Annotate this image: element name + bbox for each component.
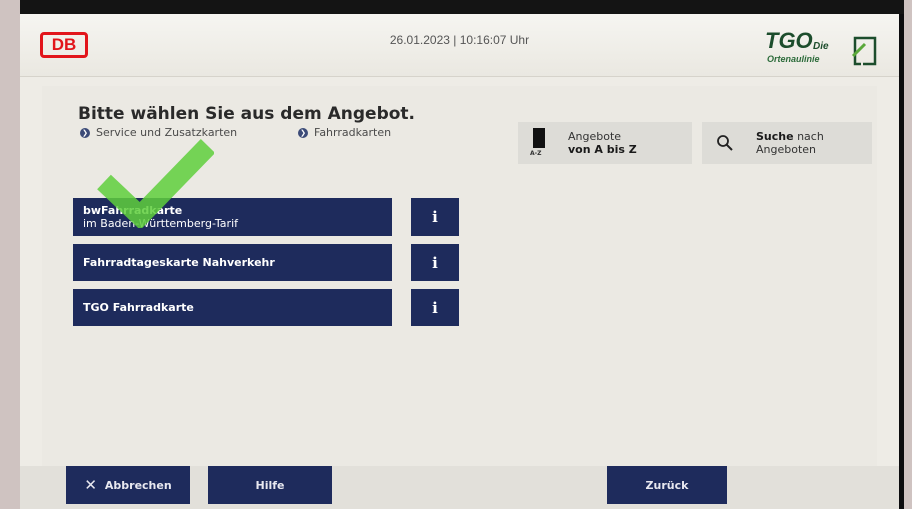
offer-tgo-fahrradkarte-button[interactable]: TGO Fahrradkarte	[73, 289, 392, 326]
offer-title: Fahrradtageskarte Nahverkehr	[83, 256, 275, 269]
close-icon: ✕	[84, 476, 97, 494]
tgo-bracket-icon	[851, 36, 877, 66]
kiosk-frame-right	[904, 0, 912, 509]
search-offers-line2: Angeboten	[756, 143, 817, 156]
breadcrumb-label: Fahrradkarten	[314, 126, 392, 139]
offer-fahrradtageskarte-info-button[interactable]: i	[411, 244, 459, 281]
back-button[interactable]: Zurück	[607, 466, 727, 504]
search-offers-button[interactable]: Suche nach Angeboten	[702, 122, 872, 164]
offer-tgo-fahrradkarte-info-button[interactable]: i	[411, 289, 459, 326]
offers-a-z-line2: von A bis Z	[568, 143, 637, 156]
kiosk-bezel-top	[0, 0, 912, 14]
a-z-index-icon: A-Z	[530, 128, 548, 158]
offers-a-z-button[interactable]: A-Z Angebote von A bis Z	[518, 122, 692, 164]
search-icon	[717, 135, 733, 151]
kiosk-frame-left	[0, 0, 20, 509]
chevron-right-icon: ❯	[80, 127, 90, 138]
main-content: Bitte wählen Sie aus dem Angebot. ❯ Serv…	[42, 86, 877, 466]
checkmark-overlay-icon	[97, 139, 214, 228]
tgo-logo-subtitle: Ortenaulinie	[767, 54, 820, 64]
offer-bwfahrradkarte-info-button[interactable]: i	[411, 198, 459, 236]
help-label: Hilfe	[255, 478, 285, 492]
help-button[interactable]: Hilfe	[208, 466, 332, 504]
back-label: Zurück	[645, 478, 689, 492]
offers-a-z-line1: Angebote	[568, 130, 622, 143]
header-bar: DB 26.01.2023 | 10:16:07 Uhr TGO Die Ort…	[20, 14, 899, 77]
search-offers-line1: Suche nach	[756, 130, 824, 143]
kiosk-screen: DB 26.01.2023 | 10:16:07 Uhr TGO Die Ort…	[20, 14, 899, 509]
offer-fahrradtageskarte-button[interactable]: Fahrradtageskarte Nahverkehr	[73, 244, 392, 281]
offer-title: TGO Fahrradkarte	[83, 301, 194, 314]
cancel-button[interactable]: ✕ Abbrechen	[66, 466, 190, 504]
footer-bar: ✕ Abbrechen Hilfe Zurück	[20, 466, 899, 509]
tgo-logo-die: Die	[813, 41, 829, 52]
breadcrumb-fahrradkarten[interactable]: ❯ Fahrradkarten	[298, 126, 391, 139]
cancel-label: Abbrechen	[104, 478, 172, 492]
page-title: Bitte wählen Sie aus dem Angebot.	[78, 104, 415, 124]
tgo-logo-text: TGO	[765, 28, 813, 53]
chevron-right-icon: ❯	[298, 127, 308, 138]
tgo-logo: TGO Die Ortenaulinie	[765, 28, 885, 68]
